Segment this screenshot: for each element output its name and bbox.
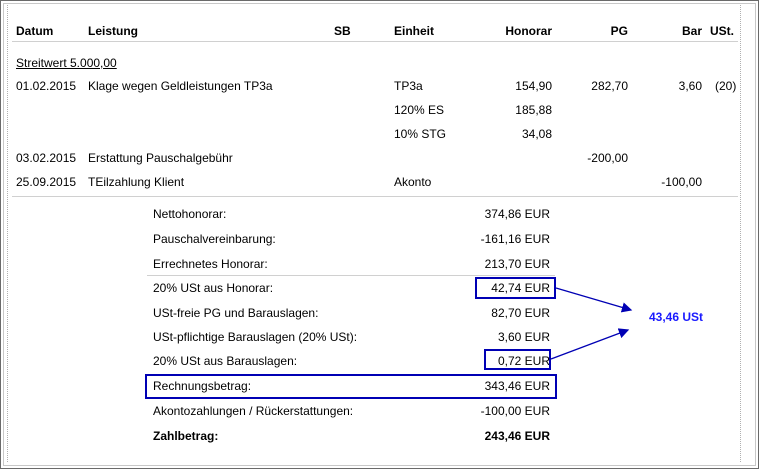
annotation-arrows xyxy=(550,287,633,360)
ust-total-annotation: 43,46 USt xyxy=(649,310,704,324)
arrow-ust-honorar xyxy=(555,287,633,313)
arrow-ust-barauslagen xyxy=(550,328,630,360)
